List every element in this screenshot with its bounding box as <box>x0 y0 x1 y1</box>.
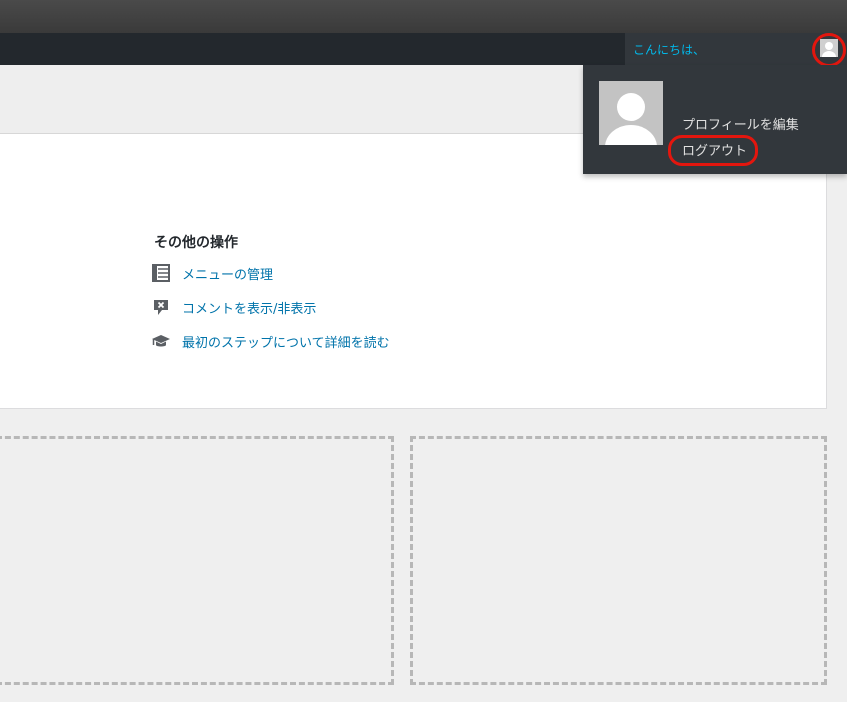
logout-highlight-circle <box>668 135 758 166</box>
menu-list-icon <box>152 264 170 282</box>
welcome-panel: その他の操作 メニューの管理 コメントを表示/非表示 最初のステップについて詳細… <box>0 134 827 409</box>
more-actions-heading: その他の操作 <box>154 235 238 251</box>
learn-more-icon <box>152 332 170 350</box>
widget-drop-zone-left[interactable] <box>0 436 394 685</box>
browser-chrome <box>0 0 847 33</box>
greeting-text[interactable]: こんにちは、 <box>633 41 705 58</box>
manage-menus-label[interactable]: メニューの管理 <box>182 264 273 283</box>
toggle-comments-label[interactable]: コメントを表示/非表示 <box>182 298 316 317</box>
comment-toggle-icon <box>152 298 170 316</box>
avatar-highlight-circle <box>812 33 846 67</box>
edit-profile-link[interactable]: プロフィールを編集 <box>682 114 799 133</box>
widget-drop-zone-right[interactable] <box>410 436 827 685</box>
learn-more-label[interactable]: 最初のステップについて詳細を読む <box>182 332 390 351</box>
user-avatar-large-icon[interactable] <box>599 81 663 145</box>
